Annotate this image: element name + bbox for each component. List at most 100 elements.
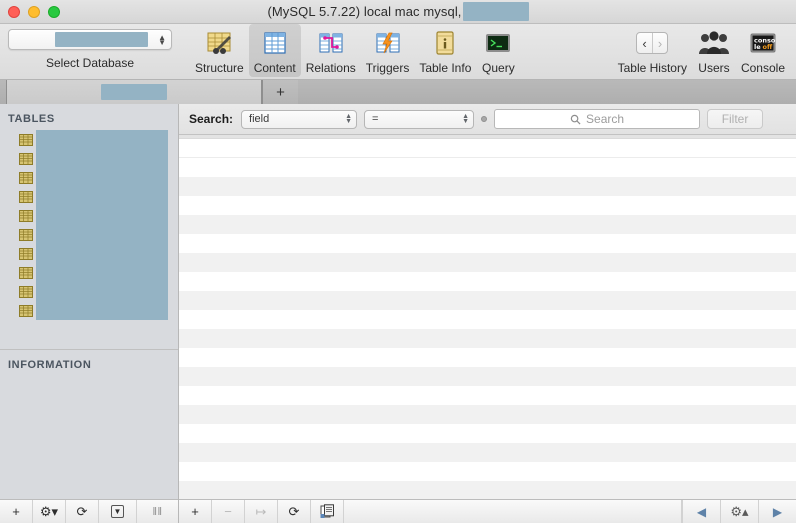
- sidebar-scroll-area: TABLES INFORMATION: [0, 104, 178, 499]
- remove-row-button[interactable]: −: [212, 500, 245, 523]
- table-row[interactable]: [179, 348, 796, 367]
- window-title-text: (MySQL 5.7.22) local mac mysql,: [267, 4, 462, 19]
- sequel-pro-window: (MySQL 5.7.22) local mac mysql, ▲ ▼ Selec…: [0, 0, 796, 523]
- table-row[interactable]: [179, 405, 796, 424]
- table-actions-gear-button[interactable]: ⚙▾: [33, 500, 66, 523]
- toolbar-item-users[interactable]: Users: [692, 24, 736, 77]
- sidebar-tables-header: TABLES: [8, 113, 55, 125]
- table-row[interactable]: [179, 272, 796, 291]
- table-row[interactable]: [179, 481, 796, 499]
- chevron-updown-icon: ▲ ▼: [158, 32, 166, 47]
- table-row[interactable]: [179, 291, 796, 310]
- table-relations-icon: [315, 28, 347, 58]
- toolbar-right-group: ‹ › Table History Users conso le off Con…: [613, 24, 790, 77]
- back-forward-icon: ‹ ›: [636, 28, 669, 58]
- table-row[interactable]: [179, 215, 796, 234]
- search-input-placeholder: Search: [586, 112, 625, 126]
- footer-spacer: [344, 500, 682, 523]
- status-dot-icon: [481, 116, 488, 122]
- table-row[interactable]: [179, 139, 796, 158]
- content-filter-bar: Search: field ▲ ▼ = ▲ ▼ Search Filter: [179, 104, 796, 135]
- toolbar-item-users-label: Users: [698, 61, 730, 75]
- filter-box-icon: ▼: [110, 505, 125, 518]
- search-field-select[interactable]: field ▲ ▼: [241, 109, 358, 129]
- toolbar-item-structure[interactable]: Structure: [190, 24, 249, 77]
- table-icon: [19, 152, 33, 165]
- table-row[interactable]: [179, 443, 796, 462]
- toolbar-item-content[interactable]: Content: [248, 24, 301, 77]
- toolbar-item-content-label: Content: [253, 61, 296, 75]
- window-title: (MySQL 5.7.22) local mac mysql,: [0, 2, 796, 21]
- tab-label-redacted: [101, 84, 167, 100]
- table-row[interactable]: [179, 234, 796, 253]
- new-tab-button[interactable]: +: [262, 80, 298, 104]
- table-triggers-icon: [372, 28, 404, 58]
- sidebar-table-list: [0, 130, 178, 320]
- search-input[interactable]: Search: [494, 109, 701, 129]
- title-bar: (MySQL 5.7.22) local mac mysql,: [0, 0, 796, 24]
- tab-bar: +: [0, 80, 796, 104]
- add-row-button[interactable]: +: [179, 500, 212, 523]
- database-selector-group: ▲ ▼ Select Database: [8, 24, 172, 70]
- tab-active-connection[interactable]: [6, 80, 262, 104]
- table-structure-icon: [203, 28, 235, 58]
- duplicate-row-button[interactable]: ↦: [245, 500, 278, 523]
- next-page-button[interactable]: ▶: [758, 500, 796, 523]
- table-icon: [19, 266, 33, 279]
- copy-rows-button[interactable]: [311, 500, 344, 523]
- toolbar-item-console-label: Console: [740, 61, 785, 75]
- table-icon: [19, 247, 33, 260]
- selected-database-redacted: [55, 32, 148, 47]
- toolbar-item-relations-label: Relations: [305, 61, 356, 75]
- history-forward-button[interactable]: ›: [653, 33, 668, 53]
- magnifier-icon: [570, 114, 581, 125]
- toolbar-item-console[interactable]: conso le off Console: [736, 24, 790, 77]
- table-icon: [19, 228, 33, 241]
- main-content-pane: Search: field ▲ ▼ = ▲ ▼ Search Filter + …: [179, 104, 796, 523]
- toolbar-item-table-info-label: Table Info: [419, 61, 472, 75]
- table-row[interactable]: [179, 177, 796, 196]
- table-icon: [19, 190, 33, 203]
- users-icon: [698, 28, 730, 58]
- search-label: Search:: [189, 112, 234, 126]
- toolbar-item-relations[interactable]: Relations: [301, 24, 361, 77]
- table-icon: [19, 209, 33, 222]
- table-row[interactable]: [179, 424, 796, 443]
- history-back-button[interactable]: ‹: [637, 33, 653, 53]
- table-row[interactable]: [179, 462, 796, 481]
- info-icon: [429, 28, 461, 58]
- table-row[interactable]: [179, 253, 796, 272]
- sidebar-resize-handle[interactable]: ‖‖: [137, 500, 178, 523]
- add-table-button[interactable]: +: [0, 500, 33, 523]
- sidebar-information-section: INFORMATION: [0, 349, 178, 499]
- toolbar-item-query[interactable]: Query: [476, 24, 520, 77]
- sidebar-footer-toolbar: + ⚙▾ ⟳ ▼ ‖‖: [0, 499, 178, 523]
- table-icon: [19, 304, 33, 317]
- table-row[interactable]: [179, 329, 796, 348]
- filter-button[interactable]: Filter: [707, 109, 764, 129]
- refresh-rows-button[interactable]: ⟳: [278, 500, 311, 523]
- prev-page-button[interactable]: ◀: [682, 500, 720, 523]
- sidebar-information-header: INFORMATION: [0, 349, 178, 376]
- table-icon: [19, 133, 33, 146]
- table-row[interactable]: [179, 196, 796, 215]
- refresh-tables-button[interactable]: ⟳: [66, 500, 99, 523]
- table-row[interactable]: [179, 386, 796, 405]
- filter-tables-button[interactable]: ▼: [99, 500, 137, 523]
- sidebar-tables-section: TABLES: [0, 104, 178, 349]
- select-database-dropdown[interactable]: ▲ ▼: [8, 29, 172, 50]
- page-options-gear-button[interactable]: ⚙▴: [720, 500, 758, 523]
- results-grid[interactable]: [179, 139, 796, 499]
- chevron-updown-icon: ▲ ▼: [462, 113, 470, 125]
- search-operator-select[interactable]: = ▲ ▼: [364, 109, 475, 129]
- toolbar-item-triggers-label: Triggers: [365, 61, 410, 75]
- search-operator-select-value: =: [372, 113, 379, 125]
- table-row[interactable]: [179, 367, 796, 386]
- grip-icon: ‖‖: [152, 505, 163, 518]
- toolbar-item-triggers[interactable]: Triggers: [361, 24, 415, 77]
- window-body: TABLES INFORMATION + ⚙▾ ⟳ ▼ ‖‖ Search: f…: [0, 104, 796, 523]
- table-row[interactable]: [179, 310, 796, 329]
- toolbar-item-table-history[interactable]: ‹ › Table History: [613, 24, 692, 77]
- toolbar-item-table-info[interactable]: Table Info: [414, 24, 476, 77]
- table-row[interactable]: [179, 158, 796, 177]
